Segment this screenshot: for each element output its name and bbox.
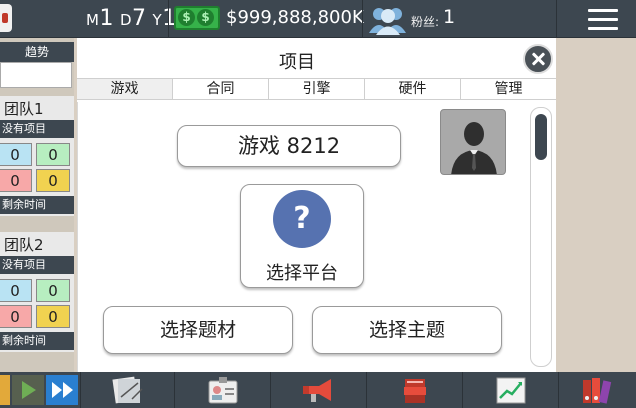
month-value: 1	[99, 6, 114, 31]
hamburger-menu-icon[interactable]	[582, 6, 624, 32]
divider	[362, 0, 363, 38]
team-stat-cell: 0	[0, 305, 32, 328]
tab-contract[interactable]: 合同	[173, 79, 269, 99]
tab-management[interactable]: 管理	[461, 79, 556, 99]
money-icon: $ $	[174, 6, 220, 30]
team-stat-cell: 0	[0, 143, 32, 166]
select-platform-button[interactable]: ? 选择平台	[240, 184, 364, 288]
bottom-bar	[0, 372, 636, 408]
close-icon[interactable]	[523, 44, 553, 74]
team-stat-cell: 0	[36, 143, 70, 166]
fans-label: 粉丝:	[411, 15, 440, 29]
team-status: 没有项目	[0, 120, 74, 138]
blueprint-icon[interactable]	[80, 372, 174, 408]
team-name: 团队2	[4, 236, 44, 254]
designer-avatar-icon[interactable]	[440, 109, 506, 175]
team-stat-cell: 0	[36, 169, 70, 192]
divider	[168, 0, 169, 38]
money-amount: $999,888,800K	[226, 7, 364, 28]
binders-icon[interactable]	[558, 372, 636, 408]
select-platform-label: 选择平台	[266, 263, 338, 284]
select-topic-button[interactable]: 选择主题	[312, 306, 502, 354]
day-value: 7	[132, 6, 147, 31]
divider	[556, 0, 557, 38]
company-logo-icon[interactable]	[0, 4, 12, 32]
fans-icon	[369, 8, 406, 35]
growth-chart-icon[interactable]	[462, 372, 558, 408]
money-icon-coin: $	[197, 9, 214, 26]
month-prefix: M	[86, 11, 100, 29]
tab-hardware[interactable]: 硬件	[365, 79, 461, 99]
scrollbar[interactable]	[530, 107, 552, 367]
book-stack-icon[interactable]	[366, 372, 462, 408]
game-name-button[interactable]: 游戏 8212	[177, 125, 401, 167]
pause-icon[interactable]	[0, 375, 10, 405]
dialog-title: 项目	[279, 52, 315, 73]
scrollbar-thumb[interactable]	[535, 114, 547, 160]
id-card-icon[interactable]	[174, 372, 270, 408]
trend-header[interactable]: 趋势	[0, 42, 74, 62]
play-icon[interactable]	[12, 375, 44, 405]
game-tab-content: 游戏 8212 ? 选择平台 选择题材 选择主题	[77, 102, 556, 372]
fast-forward-icon[interactable]	[46, 375, 78, 405]
question-mark-icon: ?	[273, 190, 331, 248]
team-stat-cell: 0	[0, 279, 32, 302]
tab-engine[interactable]: 引擎	[269, 79, 365, 99]
project-dialog: 项目 游戏 合同 引擎 硬件 管理 游戏 8212 ? 选择平台 选择题材 选择…	[77, 38, 556, 372]
person-silhouette-icon	[451, 122, 497, 174]
team-time-remaining: 剩余时间	[0, 332, 74, 350]
team-card[interactable]: 团队2 没有项目 0 0 0 0 剩余时间	[0, 232, 74, 352]
megaphone-icon[interactable]	[270, 372, 366, 408]
day-prefix: D	[119, 11, 133, 29]
year-prefix: Y	[152, 11, 163, 29]
game-date: M1 D7 Y1	[86, 6, 177, 31]
team-stat-cell: 0	[36, 279, 70, 302]
team-time-remaining: 剩余时间	[0, 196, 74, 214]
tab-game[interactable]: 游戏	[77, 79, 173, 99]
fans-count: 1	[443, 6, 456, 28]
team-stat-cell: 0	[36, 305, 70, 328]
top-bar: M1 D7 Y1 $ $ $999,888,800K 粉丝: 1	[0, 0, 636, 38]
team-card[interactable]: 团队1 没有项目 0 0 0 0 剩余时间	[0, 96, 74, 216]
project-tabs: 游戏 合同 引擎 硬件 管理	[77, 78, 556, 100]
trend-box[interactable]	[0, 62, 72, 88]
left-panel: 趋势 团队1 没有项目 0 0 0 0 剩余时间 团队2 没有项目 0 0 0 …	[0, 38, 74, 372]
money-icon-coin: $	[178, 9, 195, 26]
select-genre-button[interactable]: 选择题材	[103, 306, 293, 354]
team-status: 没有项目	[0, 256, 74, 274]
team-name: 团队1	[4, 100, 44, 118]
team-stat-cell: 0	[0, 169, 32, 192]
